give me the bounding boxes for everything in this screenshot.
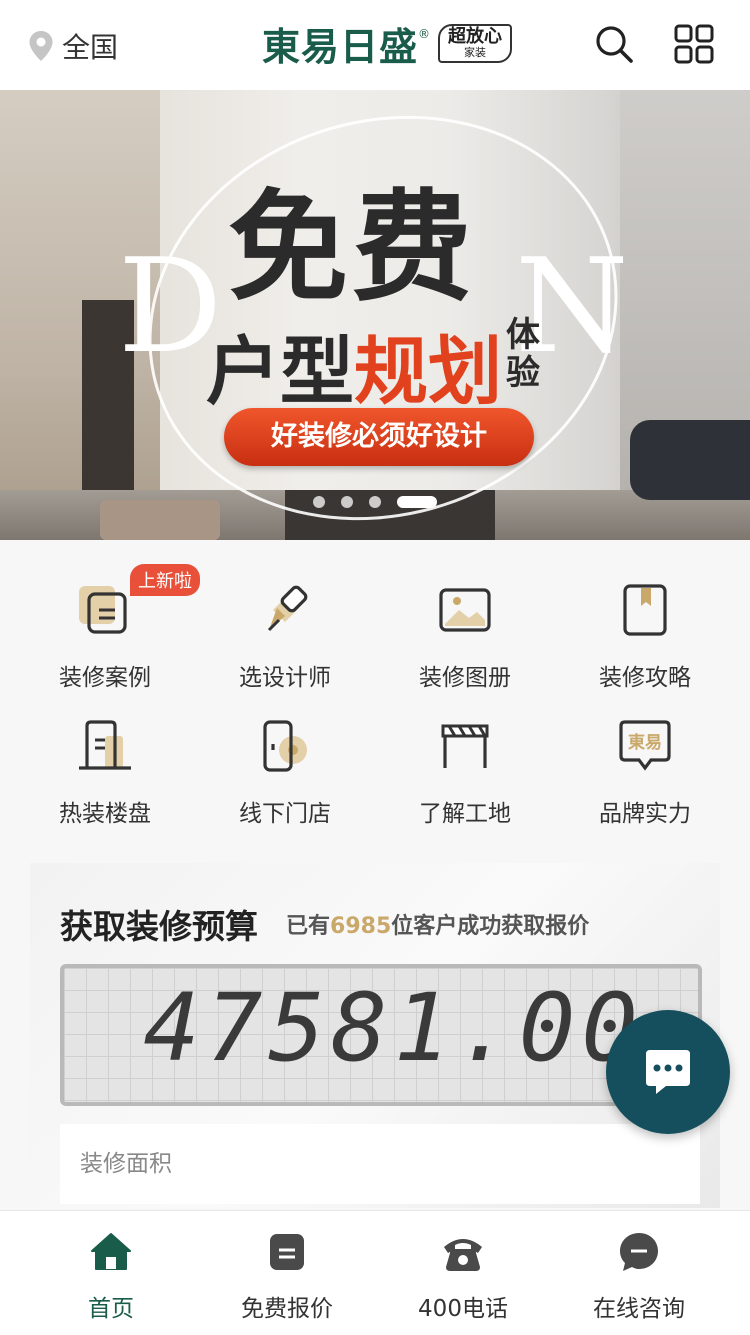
banner-bg-chair <box>630 420 750 500</box>
bottom-tab-bar: 首页 免费报价 400电话 在线咨询 <box>0 1210 750 1335</box>
nav-item-brand[interactable]: 東易 品牌实力 <box>555 716 735 828</box>
promo-banner[interactable]: D N 免费 户型 规划 体验 好装修必须好设计 <box>0 90 750 540</box>
search-icon[interactable] <box>594 24 634 64</box>
store-door-icon <box>263 720 307 772</box>
banner-subheadline-c: 体验 <box>506 315 540 393</box>
nav-item-label: 装修攻略 <box>599 665 691 691</box>
chat-message-icon <box>646 1050 690 1094</box>
brand-icon: 東易 <box>619 720 671 771</box>
nav-item-label: 线下门店 <box>239 801 331 827</box>
menu-grid-icon[interactable] <box>674 24 714 64</box>
building-icon <box>79 720 131 770</box>
banner-dot-active[interactable] <box>397 496 437 508</box>
nav-item-cases[interactable]: 装修案例 <box>15 580 195 692</box>
brand-slogan-badge: 超放心 家装 <box>438 24 513 63</box>
banner-bg-ottoman <box>100 500 220 540</box>
location-selector[interactable]: 全国 <box>28 26 118 66</box>
new-badge: 上新啦 <box>130 564 200 596</box>
nav-item-label: 装修图册 <box>419 665 511 691</box>
nav-item-sites[interactable]: 了解工地 <box>375 716 555 828</box>
nav-item-designers[interactable]: 选设计师 <box>195 580 375 692</box>
banner-dot[interactable] <box>341 496 353 508</box>
brand-registered-mark: ® <box>418 26 431 41</box>
nav-item-properties[interactable]: 热装楼盘 <box>15 716 195 828</box>
nav-item-label: 选设计师 <box>239 665 331 691</box>
nav-item-label: 品牌实力 <box>599 801 691 827</box>
banner-subheadline-highlight: 规划 <box>354 329 502 415</box>
nav-item-label: 了解工地 <box>419 801 511 827</box>
tab-home-label: 首页 <box>88 1296 134 1322</box>
budget-title: 获取装修预算 <box>60 907 258 946</box>
banner-headline: 免费 <box>228 179 476 318</box>
nav-item-label: 热装楼盘 <box>59 801 151 827</box>
nav-item-guides[interactable]: 装修攻略 <box>555 580 735 692</box>
location-pin-icon <box>29 31 53 61</box>
home-icon <box>91 1233 131 1270</box>
nav-item-label: 装修案例 <box>59 665 151 691</box>
nav-item-stores[interactable]: 线下门店 <box>195 716 375 828</box>
nav-item-gallery[interactable]: 装修图册 <box>375 580 555 692</box>
brand-name: 東易日盛 <box>262 24 419 69</box>
budget-amount: 47581.00 <box>143 974 644 1083</box>
brand-slogan-sub: 家装 <box>464 46 487 60</box>
picture-icon <box>439 588 491 632</box>
chat-bubble-icon <box>620 1233 658 1271</box>
tab-phone[interactable]: 400电话 <box>373 1211 553 1335</box>
banner-pagination <box>313 496 437 508</box>
tab-free-quote-label: 免费报价 <box>241 1296 333 1322</box>
banner-subheadline-a: 户型 <box>206 329 354 415</box>
book-icon <box>623 584 667 636</box>
tab-free-quote[interactable]: 免费报价 <box>197 1211 377 1335</box>
tab-online-consult-label: 在线咨询 <box>593 1296 685 1322</box>
banner-dot[interactable] <box>369 496 381 508</box>
tab-phone-label: 400电话 <box>418 1296 508 1322</box>
banner-dot[interactable] <box>313 496 325 508</box>
pen-icon <box>267 585 308 632</box>
tab-home[interactable]: 首页 <box>21 1211 201 1335</box>
brand-logo[interactable]: 東易日盛 ® 超放心 家装 <box>262 16 513 71</box>
brand-slogan: 超放心 <box>448 26 503 48</box>
budget-sub-prefix: 已有 <box>286 914 331 939</box>
banner-cta-button[interactable]: 好装修必须好设计 <box>224 408 534 466</box>
budget-sub-suffix: 位客户成功获取报价 <box>391 914 590 939</box>
quote-icon <box>270 1234 304 1270</box>
phone-icon <box>444 1239 482 1271</box>
budget-subtitle: 已有6985位客户成功获取报价 <box>286 908 589 940</box>
case-doc-icon <box>79 586 127 634</box>
area-input[interactable] <box>60 1124 700 1204</box>
top-header: 全国 東易日盛 ® 超放心 家装 <box>0 0 750 90</box>
brand-icon-text: 東易 <box>628 732 662 753</box>
tab-online-consult[interactable]: 在线咨询 <box>549 1211 729 1335</box>
budget-customer-count: 6985 <box>330 914 392 939</box>
location-label: 全国 <box>62 31 119 64</box>
construction-icon <box>441 724 489 768</box>
quick-nav-grid: 装修案例 选设计师 装修图册 装修攻略 热装楼盘 线下门店 了解工地 東易 品牌… <box>0 540 750 850</box>
chat-fab-button[interactable] <box>606 1010 730 1134</box>
banner-subheadline: 户型 规划 体验 <box>206 312 544 419</box>
